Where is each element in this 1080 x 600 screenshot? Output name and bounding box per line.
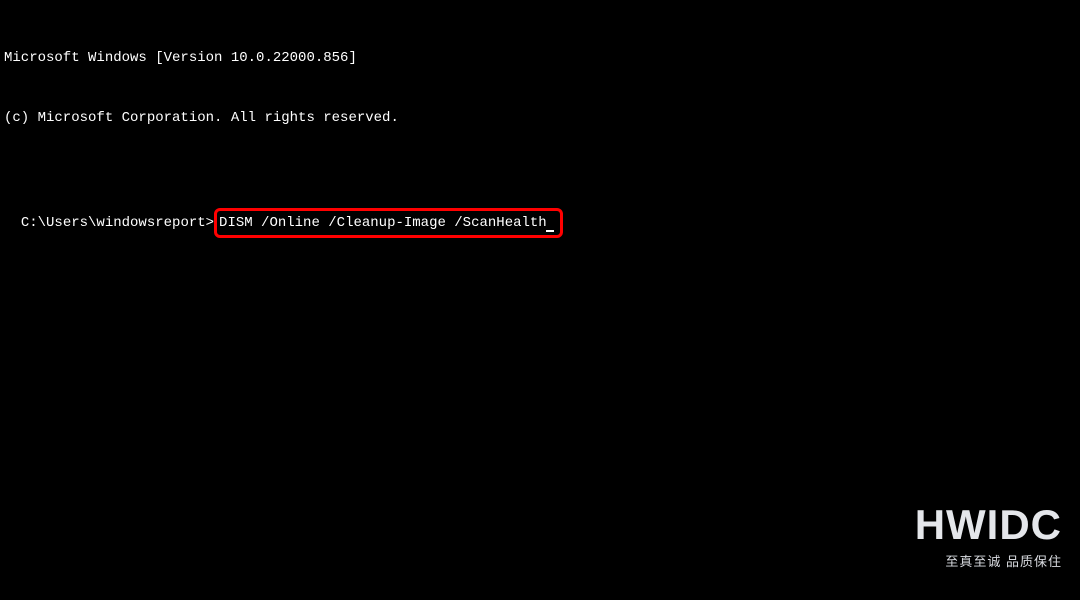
blank-line <box>4 168 1076 188</box>
command-line[interactable]: C:\Users\windowsreport> DISM /Online /Cle… <box>21 208 563 238</box>
watermark: HWIDC 至真至诚 品质保住 <box>915 501 1062 570</box>
command-highlight: DISM /Online /Cleanup-Image /ScanHealth <box>214 208 563 238</box>
prompt-text: C:\Users\windowsreport> <box>21 215 214 231</box>
command-text: DISM /Online /Cleanup-Image /ScanHealth <box>219 215 547 231</box>
terminal-window[interactable]: Microsoft Windows [Version 10.0.22000.85… <box>0 0 1080 246</box>
watermark-subtitle: 至真至诚 品质保住 <box>915 551 1062 570</box>
version-line: Microsoft Windows [Version 10.0.22000.85… <box>4 48 1076 68</box>
cursor-icon <box>546 230 554 232</box>
copyright-line: (c) Microsoft Corporation. All rights re… <box>4 108 1076 128</box>
watermark-title: HWIDC <box>915 501 1062 549</box>
